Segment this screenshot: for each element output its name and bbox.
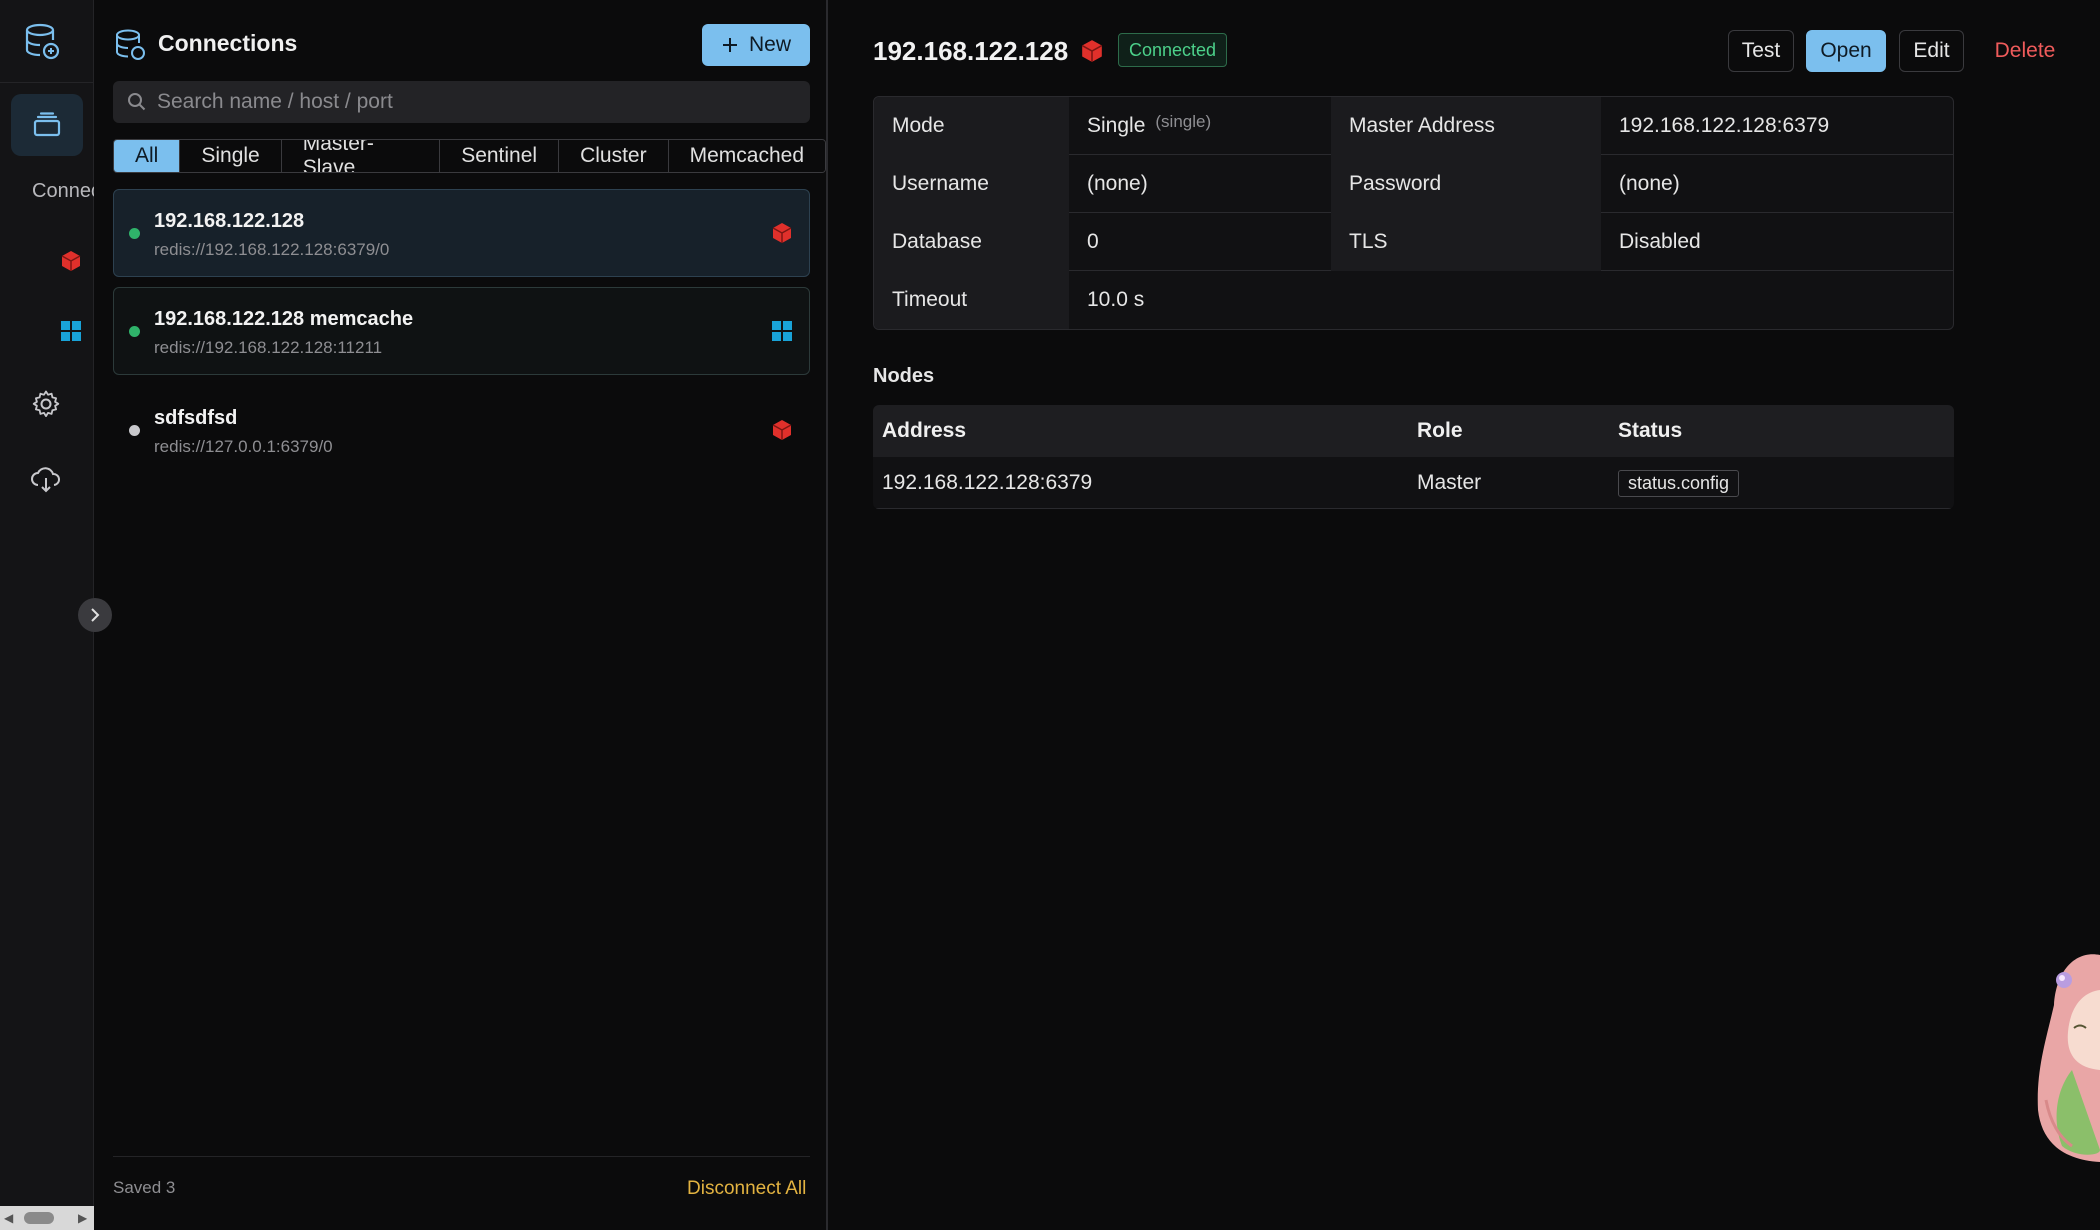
rail-divider (0, 82, 94, 83)
info-row: Database 0 TLS Disabled (874, 213, 1953, 271)
tab-master-slave[interactable]: Master-Slave (281, 140, 441, 172)
nodes-title: Nodes (873, 365, 935, 387)
node-status-cell: status.config (1618, 457, 1740, 509)
status-header: Status (1618, 419, 1683, 442)
database-key: Database (874, 213, 1069, 271)
tab-sentinel[interactable]: Sentinel (440, 140, 560, 172)
connection-status-dot (129, 228, 140, 239)
connection-status-dot (129, 326, 140, 337)
node-status-badge: status.config (1618, 469, 1740, 497)
timeout-value: 10.0 s (1087, 288, 1145, 311)
delete-button[interactable]: Delete (1980, 30, 2070, 72)
mode-key: Mode (874, 97, 1069, 155)
address-header: Address (882, 419, 967, 442)
info-row: Timeout 10.0 s (874, 271, 1953, 329)
filter-tabs: All Single Master-Slave Sentinel Cluster… (113, 139, 826, 173)
nodes-header-row: Address Role Status (873, 405, 1954, 457)
saved-count: Saved 3 (113, 1178, 176, 1197)
info-row: Mode Single (single) Master Address 192.… (874, 97, 1953, 155)
node-role: Master (1417, 471, 1482, 494)
open-button[interactable]: Open (1806, 30, 1886, 72)
table-row: 192.168.122.128:6379 Master status.confi… (873, 457, 1954, 509)
mode-value-text: Single (1087, 114, 1146, 137)
redis-cube-icon (771, 419, 793, 441)
timeout-key: Timeout (874, 271, 1069, 329)
username-value: (none) (1087, 172, 1148, 195)
connection-info-table: Mode Single (single) Master Address 192.… (873, 96, 1954, 330)
master-address-value: 192.168.122.128:6379 (1619, 114, 1830, 137)
connection-name: sdfsdfsd (154, 407, 238, 429)
database-value: 0 (1087, 230, 1099, 253)
redis-cube-icon (61, 251, 81, 271)
tls-key: TLS (1331, 213, 1601, 271)
chevron-right-icon (91, 608, 100, 622)
rail-connections-button[interactable] (11, 94, 83, 156)
memcached-grid-icon (771, 320, 793, 342)
tls-value: Disabled (1619, 230, 1701, 253)
master-address-key: Master Address (1331, 97, 1601, 155)
mode-value: Single (single) (1069, 97, 1331, 155)
cloud-download-icon (31, 467, 60, 493)
footer-divider (113, 1156, 810, 1157)
password-key: Password (1331, 155, 1601, 213)
node-address: 192.168.122.128:6379 (882, 471, 1093, 494)
tab-cluster[interactable]: Cluster (559, 140, 669, 172)
disconnect-all-button[interactable]: Disconnect All (687, 1178, 806, 1200)
connection-url: redis://192.168.122.128:11211 (154, 338, 383, 357)
info-row: Username (none) Password (none) (874, 155, 1953, 213)
password-value: (none) (1619, 172, 1680, 195)
connection-item[interactable]: 192.168.122.128 redis://192.168.122.128:… (113, 189, 810, 277)
test-button[interactable]: Test (1728, 30, 1794, 72)
scroll-thumb[interactable] (24, 1212, 54, 1224)
memcached-grid-icon (61, 321, 81, 341)
connections-panel: Connections New All Single Master-Slave … (95, 0, 828, 1230)
new-button-label: New (748, 33, 791, 56)
redis-cube-icon (771, 222, 793, 244)
edit-button[interactable]: Edit (1899, 30, 1964, 72)
collapse-toggle-button[interactable] (78, 598, 112, 632)
search-input[interactable] (157, 90, 810, 114)
rail-memcached-shortcut[interactable] (58, 318, 84, 344)
connection-url: redis://127.0.0.1:6379/0 (154, 437, 333, 456)
username-key: Username (874, 155, 1069, 213)
nodes-table: Address Role Status 192.168.122.128:6379… (873, 405, 1954, 509)
search-box[interactable] (113, 81, 810, 123)
connection-name: 192.168.122.128 (154, 210, 305, 232)
tab-all[interactable]: All (114, 140, 181, 172)
redis-cube-icon (1080, 39, 1104, 63)
stack-icon (33, 112, 61, 137)
role-header: Role (1417, 419, 1463, 442)
rail-section-label: Connections (32, 180, 94, 202)
settings-button[interactable] (30, 388, 62, 420)
database-icon (113, 28, 147, 62)
tab-single[interactable]: Single (180, 140, 282, 172)
cloud-sync-button[interactable] (29, 464, 63, 494)
rail-redis-shortcut[interactable] (58, 248, 84, 274)
detail-title: 192.168.122.128 (873, 36, 1069, 66)
mascot-image (2016, 950, 2100, 1172)
app-logo-icon (22, 22, 62, 62)
connection-status-dot (129, 425, 140, 436)
connection-name: 192.168.122.128 memcache (154, 308, 414, 330)
connection-item[interactable]: 192.168.122.128 memcache redis://192.168… (113, 287, 810, 375)
scroll-left-arrow-icon[interactable]: ◀ (4, 1211, 13, 1225)
panel-title: Connections (158, 30, 298, 56)
tab-memcached[interactable]: Memcached (668, 140, 825, 172)
plus-icon (722, 38, 737, 52)
gear-icon (32, 390, 60, 417)
rail-horizontal-scrollbar[interactable]: ◀ ▶ (0, 1206, 94, 1230)
search-icon (128, 93, 146, 111)
scroll-right-arrow-icon[interactable]: ▶ (78, 1211, 87, 1225)
mode-hint: (single) (1155, 112, 1212, 131)
new-connection-button[interactable]: New (702, 24, 810, 66)
connection-url: redis://192.168.122.128:6379/0 (154, 240, 390, 259)
connection-item[interactable]: sdfsdfsd redis://127.0.0.1:6379/0 (113, 386, 810, 474)
status-badge: Connected (1118, 33, 1228, 67)
